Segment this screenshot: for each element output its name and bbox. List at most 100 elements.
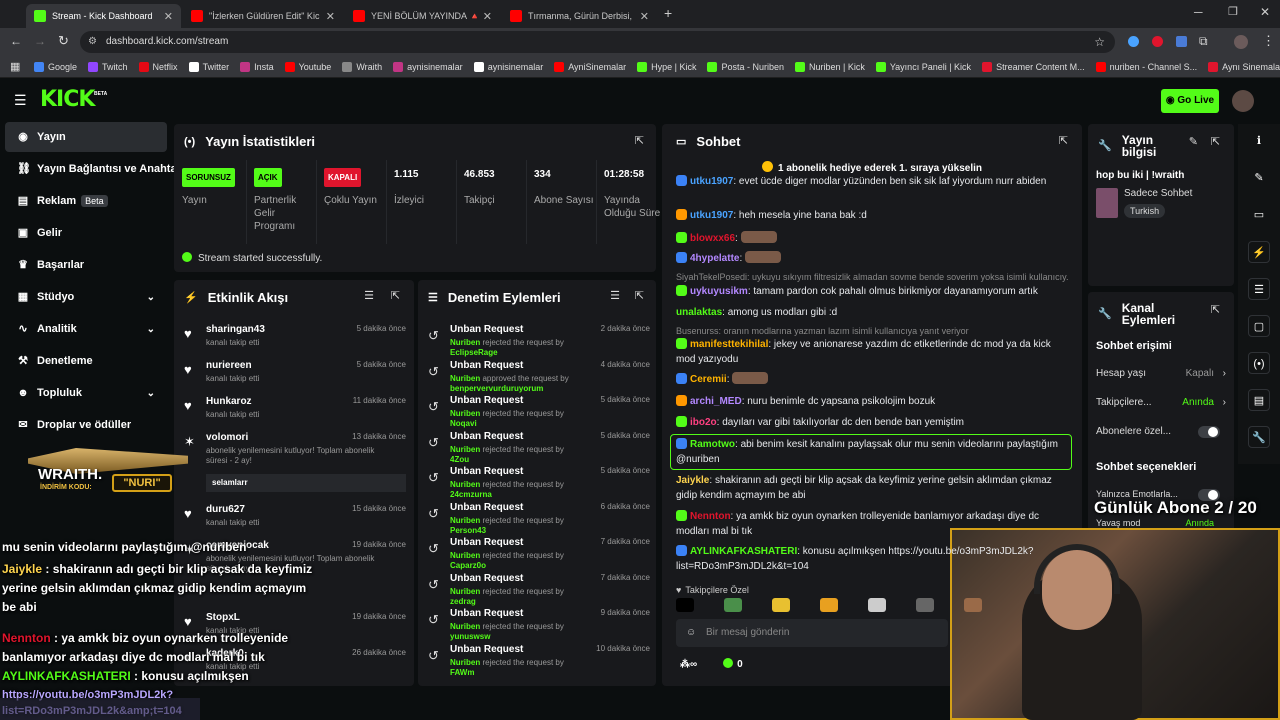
toggle-switch[interactable] xyxy=(1198,426,1220,438)
bookmark-item[interactable]: AyniSinemalar xyxy=(554,61,626,72)
close-tab-icon[interactable]: ✕ xyxy=(477,10,492,23)
chat-input[interactable]: ☺ Bir mesaj gönderin xyxy=(676,619,948,647)
bookmark-item[interactable]: Twitter xyxy=(188,61,229,72)
channel-action-item[interactable]: Abonelere özel... xyxy=(1096,426,1226,438)
sidebar-item-4[interactable]: ♛ Başarılar xyxy=(5,250,167,280)
restore-icon[interactable]: ❐ xyxy=(1228,5,1238,18)
users-icon[interactable]: ⁂∞ xyxy=(680,659,697,670)
chat-message[interactable]: Nennton: ya amkk biz oyun oynarken troll… xyxy=(676,509,1068,539)
chat-option-item[interactable]: Yavaş mod Anında xyxy=(1096,518,1226,530)
browser-tab-4[interactable]: Tırmanma, Gürün Derbisi, Yüks✕ xyxy=(502,4,657,28)
emote-button[interactable] xyxy=(916,598,934,612)
sidebar-item-6[interactable]: ∿ Analitik ⌄ xyxy=(5,314,167,344)
bookmark-item[interactable]: Wraith xyxy=(342,61,382,72)
sidebar-item-9[interactable]: ✉ Droplar ve ödüller xyxy=(5,410,167,440)
activity-row[interactable]: ♥ duru627 kanalı takip etti 15 dakika önce xyxy=(184,504,406,540)
chat-message[interactable]: manifesttekihilal: jekey ve anionarese y… xyxy=(676,337,1068,367)
popout-icon[interactable]: ⇱ xyxy=(391,289,400,302)
toggle-switch[interactable] xyxy=(1198,489,1220,501)
bookmark-item[interactable]: Google xyxy=(34,61,77,72)
bookmark-item[interactable]: aynisinemalar xyxy=(473,61,543,72)
reload-icon[interactable]: ↻ xyxy=(58,33,69,49)
moderation-row[interactable]: ↺ Unban Request Nuriben rejected the reque… xyxy=(428,608,650,644)
popout-icon[interactable]: ⇱ xyxy=(635,134,644,147)
emote-button[interactable] xyxy=(772,598,790,612)
moderation-row[interactable]: ↺ Unban Request Nuriben rejected the reque… xyxy=(428,644,650,680)
moderation-row[interactable]: ↺ Unban Request Nuriben rejected the reque… xyxy=(428,537,650,573)
extension-icon[interactable] xyxy=(1176,36,1187,47)
hamburger-menu-icon[interactable]: ☰ xyxy=(14,92,27,109)
edit-icon[interactable]: ✎ xyxy=(1248,167,1270,189)
emote-button[interactable] xyxy=(868,598,886,612)
emote-button[interactable] xyxy=(676,598,694,612)
menu-kebab-icon[interactable]: ⋮ xyxy=(1262,33,1275,49)
activity-row[interactable]: ♥ nuriereen kanalı takip etti 5 dakika önce xyxy=(184,360,406,396)
activity-row[interactable]: ✶ volomori abonelik yenilemesini kutluyor!… xyxy=(184,432,406,502)
filter-icon[interactable]: ☰ xyxy=(610,289,620,302)
moderation-row[interactable]: ↺ Unban Request Nuriben rejected the reque… xyxy=(428,395,650,431)
moderation-row[interactable]: ↺ Unban Request Nuriben rejected the reque… xyxy=(428,502,650,538)
minimize-icon[interactable]: ─ xyxy=(1194,5,1203,19)
browser-tab-kick[interactable]: Stream - Kick Dashboard ✕ xyxy=(26,4,181,28)
popout-icon[interactable]: ⇱ xyxy=(1211,135,1220,148)
close-window-icon[interactable]: ✕ xyxy=(1260,5,1270,19)
chat-message[interactable]: utku1907: evet ücde diger modlar yüzünde… xyxy=(676,174,1068,189)
moderation-row[interactable]: ↺ Unban Request Nuriben rejected the reque… xyxy=(428,324,650,360)
filter-icon[interactable]: ☰ xyxy=(364,289,374,302)
bookmark-item[interactable]: Aynı Sinemalar - Ça... xyxy=(1208,61,1280,72)
channel-action-item[interactable]: Hesap yaşı Kapalı › xyxy=(1096,368,1226,379)
list-icon[interactable]: ☰ xyxy=(1248,278,1270,300)
bookmark-item[interactable]: aynisinemalar xyxy=(393,61,463,72)
bookmark-item[interactable]: Streamer Content M... xyxy=(982,61,1085,72)
moderation-row[interactable]: ↺ Unban Request Nuriben rejected the reque… xyxy=(428,431,650,467)
chat-message[interactable]: blowxx66: xyxy=(676,231,1068,246)
channel-action-item[interactable]: Takipçilere... Anında › xyxy=(1096,397,1226,408)
bookmark-item[interactable]: Hype | Kick xyxy=(637,61,696,72)
browser-tab-2[interactable]: "İzlerken Güldüren Edit" Kick &✕ xyxy=(183,4,343,28)
bookmark-star-icon[interactable]: ☆ xyxy=(1094,31,1105,53)
back-icon[interactable]: ← xyxy=(10,34,22,48)
chat-message[interactable]: Ramotwo: abi benim kesit kanalını paylaş… xyxy=(670,434,1072,470)
apps-grid-icon[interactable]: ▦ xyxy=(10,60,20,73)
chat-message[interactable]: utku1907: heh mesela yine bana bak :d xyxy=(676,208,1068,223)
extension-icon[interactable] xyxy=(1128,36,1139,47)
bookmark-item[interactable]: Insta xyxy=(240,61,274,72)
activity-row[interactable]: ♥ sharingan43 kanalı takip etti 5 dakika ön… xyxy=(184,324,406,360)
forward-icon[interactable]: → xyxy=(34,34,46,48)
emote-button[interactable] xyxy=(724,598,742,612)
bookmark-item[interactable]: Yayıncı Paneli | Kick xyxy=(875,61,971,72)
moderation-row[interactable]: ↺ Unban Request Nuriben rejected the reque… xyxy=(428,466,650,502)
user-avatar[interactable] xyxy=(1232,90,1254,112)
chat-icon[interactable]: ▢ xyxy=(1248,315,1270,337)
bookmark-item[interactable]: Posta - Nuriben xyxy=(707,61,784,72)
bookmark-item[interactable]: Nuriben | Kick xyxy=(794,61,865,72)
popout-icon[interactable]: ⇱ xyxy=(635,289,644,302)
activity-row[interactable]: ♥ Hunkaroz kanalı takip etti 11 dakika önce xyxy=(184,396,406,432)
sidebar-item-0[interactable]: ◉ Yayın xyxy=(5,122,167,152)
chat-message[interactable]: ibo2o: dayıları var gibi takılıyorlar dc… xyxy=(676,415,1068,430)
chat-message[interactable]: Jaiykle: shakiranın adı geçti bir klip a… xyxy=(676,473,1068,503)
sidebar-item-3[interactable]: ▣ Gelir xyxy=(5,218,167,248)
browser-tab-3[interactable]: YENİ BÖLÜM YAYINDA 🔺 @O✕ xyxy=(345,4,500,28)
puzzle-icon[interactable]: ⧉ xyxy=(1199,34,1208,49)
bookmark-item[interactable]: Twitch xyxy=(88,61,128,72)
broadcast-icon[interactable]: (•) xyxy=(1248,352,1270,374)
layout-icon[interactable]: ▭ xyxy=(1248,204,1270,226)
close-tab-icon[interactable]: ✕ xyxy=(320,10,335,23)
chat-message[interactable]: 4hypelatte: xyxy=(676,251,1068,266)
popout-icon[interactable]: ⇱ xyxy=(1059,134,1068,147)
chat-option-item[interactable]: Yalnızca Emotlarla... xyxy=(1096,489,1226,501)
bookmark-item[interactable]: Netflix xyxy=(138,61,178,72)
profile-avatar-icon[interactable] xyxy=(1234,35,1248,49)
moderation-row[interactable]: ↺ Unban Request Nuriben approved the reque… xyxy=(428,360,650,396)
sidebar-item-7[interactable]: ⚒ Denetleme xyxy=(5,346,167,376)
chat-message[interactable]: Ceremii: xyxy=(676,372,1068,387)
language-tag[interactable]: Turkish xyxy=(1124,204,1166,218)
edit-icon[interactable]: ✎ xyxy=(1189,135,1198,148)
bookmark-item[interactable]: nuriben - Channel S... xyxy=(1095,61,1197,72)
chat-message[interactable]: AYLINKAFKASHATERI: konusu açılmıkşen htt… xyxy=(676,544,1068,574)
close-tab-icon[interactable]: ✕ xyxy=(158,10,173,23)
sidebar-item-5[interactable]: ▦ Stüdyo ⌄ xyxy=(5,282,167,312)
emote-button[interactable] xyxy=(820,598,838,612)
url-field[interactable]: ⚙ dashboard.kick.com/stream ☆ xyxy=(80,31,1115,53)
